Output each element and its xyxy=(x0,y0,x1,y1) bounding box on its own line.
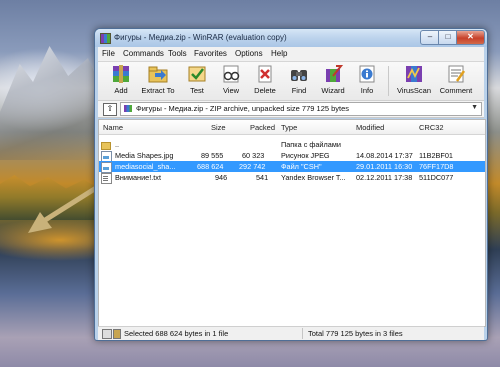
file-row[interactable]: .. Папка с файлами xyxy=(99,139,485,150)
total-status: Total 779 125 bytes in 3 files xyxy=(308,329,403,338)
col-size[interactable]: Size xyxy=(211,123,226,132)
file-name: .. xyxy=(115,140,120,149)
col-packed[interactable]: Packed xyxy=(250,123,275,132)
title-bar[interactable]: Фигуры - Медиа.zip - WinRAR (evaluation … xyxy=(95,29,487,47)
delete-icon xyxy=(258,65,272,83)
file-type: Папка с файлами xyxy=(281,140,341,149)
info-label: Info xyxy=(360,86,374,95)
file-crc32: 76FF17D8 xyxy=(419,162,454,171)
file-type: Файл "CSH" xyxy=(281,162,322,171)
winrar-window: Фигуры - Медиа.zip - WinRAR (evaluation … xyxy=(94,28,488,341)
menu-options[interactable]: Options xyxy=(235,49,263,58)
virusscan-label: VirusScan xyxy=(396,86,432,95)
find-button[interactable]: Find xyxy=(284,64,314,95)
view-button[interactable]: View xyxy=(216,64,246,95)
key-icon xyxy=(113,329,121,339)
maximize-button[interactable]: □ xyxy=(438,30,458,45)
add-label: Add xyxy=(114,86,128,95)
extract-to-button[interactable]: Extract To xyxy=(138,64,178,95)
col-crc32[interactable]: CRC32 xyxy=(419,123,444,132)
col-name[interactable]: Name xyxy=(103,123,123,132)
wizard-label: Wizard xyxy=(321,86,345,95)
add-button[interactable]: Add xyxy=(106,64,136,95)
folder-up-icon xyxy=(101,142,111,150)
selection-status: Selected 688 624 bytes in 1 file xyxy=(124,329,229,338)
extract-to-label: Extract To xyxy=(141,86,175,95)
find-label: Find xyxy=(291,86,307,95)
file-name: mediasocial_sha... xyxy=(115,162,176,171)
menu-tools[interactable]: Tools xyxy=(168,49,187,58)
comment-button[interactable]: Comment xyxy=(436,64,476,95)
close-button[interactable]: ✕ xyxy=(456,30,485,45)
comment-label: Comment xyxy=(439,86,473,95)
file-modified: 02.12.2011 17:38 xyxy=(356,173,413,182)
file-packed: 60 323 xyxy=(242,151,265,160)
file-modified: 14.08.2014 17:37 xyxy=(356,151,413,160)
wizard-icon xyxy=(326,65,344,82)
col-modified[interactable]: Modified xyxy=(356,123,384,132)
window-title: Фигуры - Медиа.zip - WinRAR (evaluation … xyxy=(114,33,287,42)
test-icon xyxy=(188,66,206,82)
view-glasses-icon xyxy=(223,65,240,83)
file-size: 946 xyxy=(215,173,228,182)
toolbar-separator xyxy=(388,66,389,96)
file-size: 89 555 xyxy=(201,151,224,160)
archive-icon xyxy=(124,105,132,112)
test-button[interactable]: Test xyxy=(182,64,212,95)
info-icon xyxy=(359,65,375,83)
file-row-selected[interactable]: mediasocial_sha... 688 624 292 742 Файл … xyxy=(99,161,485,173)
file-type: Yandex Browser T... xyxy=(281,173,346,182)
add-archive-icon xyxy=(113,65,129,83)
file-modified: 29.01.2011 16:30 xyxy=(356,162,413,171)
view-label: View xyxy=(222,86,240,95)
file-name: Media Shapes.jpg xyxy=(115,151,174,160)
minimize-button[interactable]: – xyxy=(420,30,440,45)
virusscan-icon xyxy=(406,66,422,82)
file-size: 688 624 xyxy=(197,162,224,171)
file-row[interactable]: Media Shapes.jpg 89 555 60 323 Рисунок J… xyxy=(99,150,485,162)
file-packed: 292 742 xyxy=(239,162,266,171)
menu-file[interactable]: File xyxy=(102,49,115,58)
file-crc32: 11B2BF01 xyxy=(419,151,453,160)
file-type: Рисунок JPEG xyxy=(281,151,330,160)
menu-commands[interactable]: Commands xyxy=(123,49,164,58)
col-type[interactable]: Type xyxy=(281,123,297,132)
comment-icon xyxy=(448,65,466,83)
archive-path: Фигуры - Медиа.zip - ZIP archive, unpack… xyxy=(136,104,350,113)
winrar-app-icon xyxy=(100,33,111,44)
file-crc32: 511DC077 xyxy=(419,173,454,182)
file-list-header: Name Size Packed Type Modified CRC32 xyxy=(99,120,485,135)
delete-button[interactable]: Delete xyxy=(250,64,280,95)
chevron-down-icon[interactable]: ▼ xyxy=(471,104,478,111)
file-packed: 541 xyxy=(256,173,269,182)
info-button[interactable]: Info xyxy=(352,64,382,95)
find-binoculars-icon xyxy=(291,70,307,81)
text-file-icon xyxy=(101,173,112,184)
menu-help[interactable]: Help xyxy=(271,49,287,58)
test-label: Test xyxy=(190,86,204,95)
toolbar: Add Extract To Test View Delete Find Wiz… xyxy=(98,62,484,101)
delete-label: Delete xyxy=(254,86,276,95)
status-divider xyxy=(302,328,303,339)
archive-path-field[interactable]: Фигуры - Медиа.zip - ZIP archive, unpack… xyxy=(120,102,482,116)
file-list[interactable]: Name Size Packed Type Modified CRC32 .. … xyxy=(98,119,486,327)
menu-bar: File Commands Tools Favorites Options He… xyxy=(98,47,484,62)
menu-favorites[interactable]: Favorites xyxy=(194,49,227,58)
file-row[interactable]: Внимание!.txt 946 541 Yandex Browser T..… xyxy=(99,172,485,184)
address-bar: ⇧ Фигуры - Медиа.zip - ZIP archive, unpa… xyxy=(98,101,484,118)
up-folder-button[interactable]: ⇧ xyxy=(103,103,117,116)
file-name: Внимание!.txt xyxy=(115,173,161,182)
status-bar: Selected 688 624 bytes in 1 file Total 7… xyxy=(98,326,484,340)
extract-folder-icon xyxy=(148,66,168,83)
wizard-button[interactable]: Wizard xyxy=(318,64,348,95)
drive-icon xyxy=(102,329,112,339)
virusscan-button[interactable]: VirusScan xyxy=(394,64,434,95)
